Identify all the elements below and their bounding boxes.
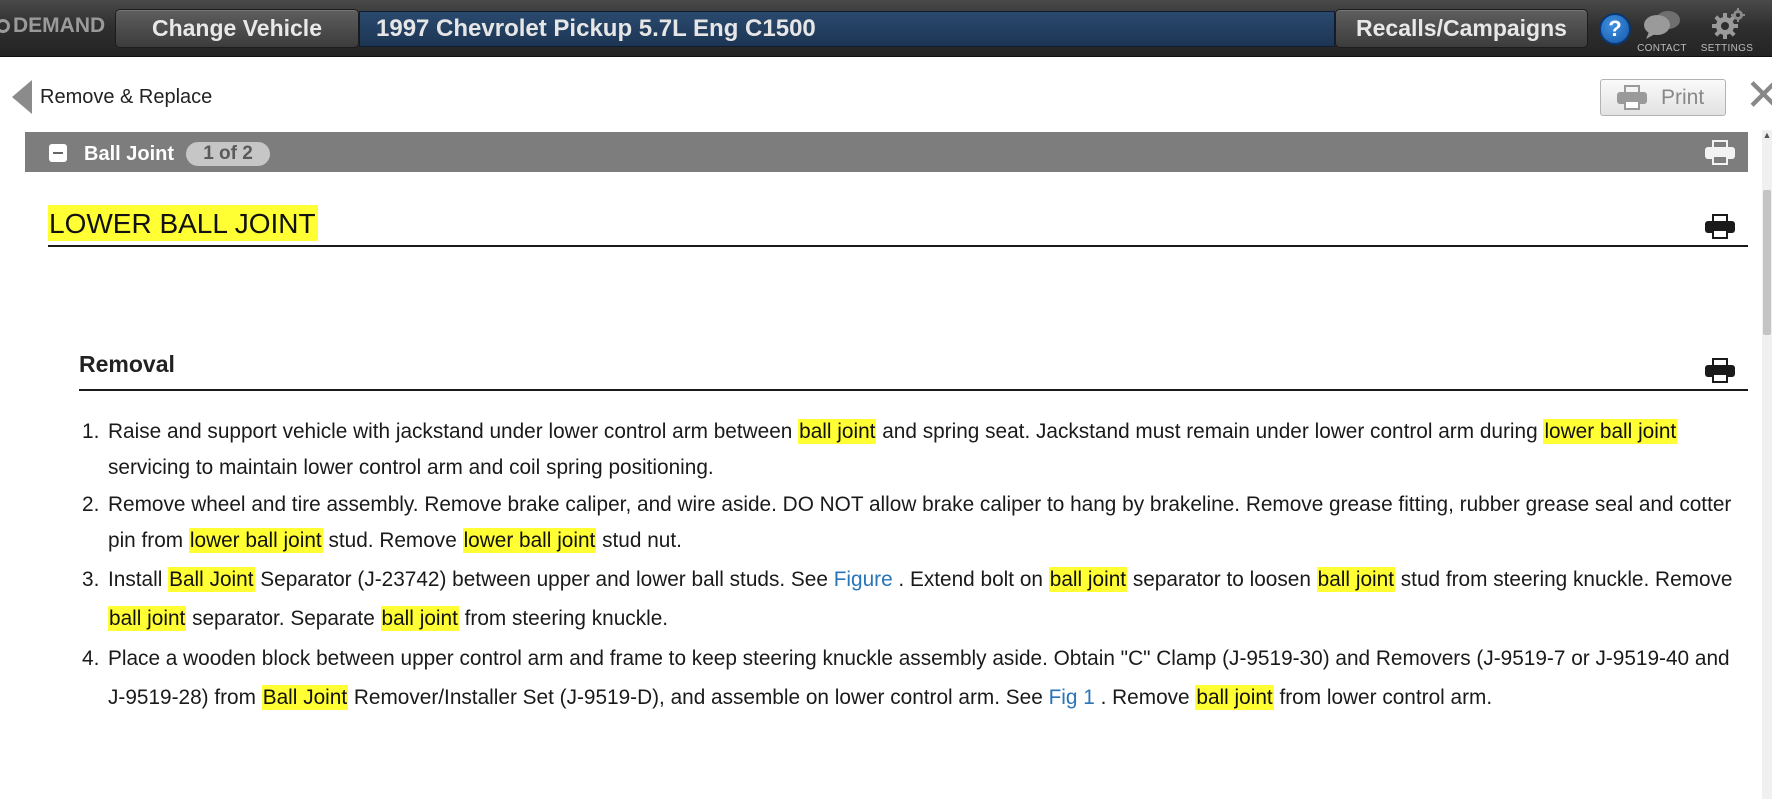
step-text: servicing to maintain lower control arm … — [108, 456, 714, 479]
settings-label: SETTINGS — [1700, 43, 1754, 54]
search-highlight: ball joint — [1048, 567, 1128, 592]
step-text: stud. Remove — [322, 529, 463, 552]
contact-icon — [1644, 11, 1680, 39]
figure-link[interactable]: Figure — [834, 568, 893, 591]
search-highlight: lower ball joint — [1543, 419, 1678, 444]
step-text: Install — [108, 568, 169, 591]
scroll-up-icon[interactable]: ▲ — [1762, 130, 1772, 140]
search-highlight: ball joint — [108, 606, 187, 631]
step-text: Remover/Installer Set (J-9519-D), and as… — [348, 686, 1049, 709]
step-text: and spring seat. Jackstand must remain u… — [876, 420, 1544, 443]
step-text: Separator (J-23742) between upper and lo… — [254, 568, 834, 591]
close-icon[interactable]: ✕ — [1745, 74, 1772, 118]
gear-icon — [0, 19, 10, 33]
search-highlight: ball joint — [798, 419, 877, 444]
step-text: Raise and support vehicle with jackstand… — [108, 420, 799, 443]
step-text: . Extend bolt on — [892, 568, 1049, 591]
title-print-icon[interactable] — [1705, 214, 1735, 240]
step-number: 2. — [82, 493, 100, 516]
step-item: 1. Raise and support vehicle with jackst… — [82, 414, 1748, 486]
step-text: separator to loosen — [1127, 568, 1317, 591]
search-highlight: lower ball joint — [462, 528, 597, 553]
removal-print-icon[interactable] — [1705, 358, 1735, 384]
search-highlight: ball joint — [1316, 567, 1395, 592]
step-text: stud nut. — [596, 529, 682, 552]
step-item: 2. Remove wheel and tire assembly. Remov… — [82, 487, 1748, 559]
settings-button[interactable]: SETTINGS — [1699, 6, 1755, 54]
contact-label: CONTACT — [1637, 43, 1687, 54]
search-highlight: Ball Joint — [261, 685, 349, 710]
step-number: 1. — [82, 420, 100, 443]
search-highlight: ball joint — [1195, 685, 1274, 710]
brand-text: DEMAND — [13, 14, 106, 37]
removal-steps: 1. Raise and support vehicle with jackst… — [82, 414, 1748, 718]
collapse-icon[interactable] — [49, 144, 67, 162]
breadcrumb-back-link[interactable]: Remove & Replace — [40, 86, 212, 109]
step-text: . Remove — [1094, 686, 1196, 709]
step-text: from steering knuckle. — [458, 607, 669, 630]
scrollbar-thumb[interactable] — [1763, 190, 1771, 335]
step-number: 4. — [82, 647, 100, 670]
search-highlight: ball joint — [380, 606, 459, 631]
recalls-campaigns-button[interactable]: Recalls/Campaigns — [1335, 9, 1588, 48]
pager-badge[interactable]: 1 of 2 — [186, 142, 270, 166]
brand-logo: DEMAND — [0, 14, 105, 38]
section-header-bar — [25, 132, 1748, 172]
back-arrow-icon[interactable] — [12, 80, 32, 114]
print-button[interactable]: Print — [1600, 79, 1726, 116]
contact-button[interactable]: CONTACT — [1634, 6, 1690, 54]
fig-1-link[interactable]: Fig 1 — [1049, 686, 1095, 709]
search-highlight: Ball Joint — [168, 567, 255, 592]
doc-title-row: LOWER BALL JOINT — [48, 205, 1748, 247]
removal-heading: Removal — [79, 351, 175, 377]
help-icon[interactable]: ? — [1599, 13, 1631, 45]
search-highlight: lower ball joint — [188, 528, 323, 553]
printer-icon — [1617, 84, 1647, 111]
section-print-icon[interactable] — [1705, 140, 1735, 166]
doc-title: LOWER BALL JOINT — [48, 205, 318, 241]
vehicle-selector[interactable]: 1997 Chevrolet Pickup 5.7L Eng C1500 — [359, 11, 1335, 47]
removal-heading-row: Removal — [79, 351, 1748, 391]
step-text: from lower control arm. — [1273, 686, 1493, 709]
top-bar: DEMAND Change Vehicle 1997 Chevrolet Pic… — [0, 0, 1772, 57]
section-title: Ball Joint — [84, 143, 175, 165]
step-text: stud from steering knuckle. Remove — [1394, 568, 1733, 591]
step-item: 4. Place a wooden block between upper co… — [82, 639, 1748, 717]
step-number: 3. — [82, 568, 100, 591]
print-button-label: Print — [1661, 85, 1705, 109]
settings-icon — [1712, 8, 1745, 39]
step-item: 3. Install Ball Joint Separator (J-23742… — [82, 560, 1748, 638]
step-text: separator. Separate — [186, 607, 381, 630]
change-vehicle-button[interactable]: Change Vehicle — [115, 9, 359, 48]
